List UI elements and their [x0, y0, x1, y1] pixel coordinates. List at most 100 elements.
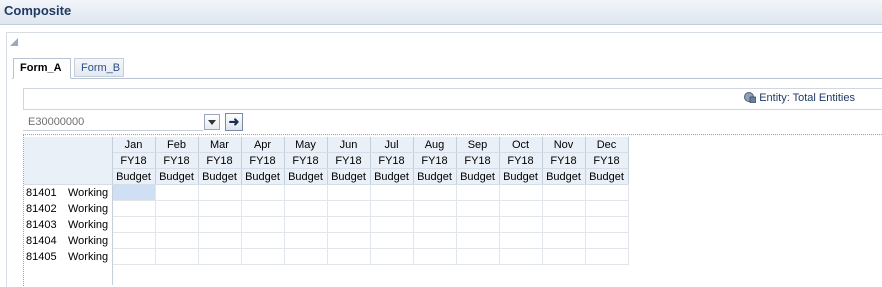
column-header-month: Mar [198, 137, 242, 153]
page-member-field[interactable]: E30000000 [23, 113, 203, 131]
arrow-right-icon[interactable]: ➜ [225, 113, 243, 131]
data-cell[interactable] [370, 184, 414, 201]
data-cell[interactable] [198, 216, 242, 233]
data-cell[interactable] [112, 200, 156, 217]
data-cell[interactable] [284, 248, 328, 265]
column-header-month: Sep [456, 137, 500, 153]
column-header-year: FY18 [112, 152, 156, 169]
column-header-scenario: Budget [499, 168, 543, 185]
column-header-scenario: Budget [155, 168, 199, 185]
grid-top-border [23, 134, 882, 135]
data-cell[interactable] [456, 216, 500, 233]
data-cell[interactable] [327, 200, 371, 217]
column-header-year: FY18 [284, 152, 328, 169]
data-cell[interactable] [112, 216, 156, 233]
entity-pov-member[interactable]: Entity: Total Entities [743, 92, 855, 104]
column-header-scenario: Budget [370, 168, 414, 185]
data-cell[interactable] [456, 248, 500, 265]
column-header-year: FY18 [241, 152, 285, 169]
data-cell[interactable] [284, 200, 328, 217]
data-cell[interactable] [327, 248, 371, 265]
data-cell[interactable] [499, 216, 543, 233]
row-header-version: Working [66, 184, 113, 201]
data-cell[interactable] [585, 184, 629, 201]
chevron-down-icon[interactable] [204, 114, 220, 130]
data-cell[interactable] [413, 200, 457, 217]
table-row: 81402 Working [24, 200, 629, 217]
column-header-month: Jul [370, 137, 414, 153]
pov-bar: Entity: Total Entities [23, 88, 882, 110]
data-cell[interactable] [241, 216, 285, 233]
tab-form-b[interactable]: Form_B [74, 58, 124, 77]
data-cell[interactable] [585, 232, 629, 249]
grid-filler-row [24, 264, 628, 285]
row-header-account: 81404 [24, 232, 66, 249]
data-cell[interactable] [499, 184, 543, 201]
data-grid: Jan Feb Mar Apr May Jun Jul Aug Sep Oct Nov Dec FY18… [24, 137, 629, 285]
data-cell[interactable] [413, 232, 457, 249]
data-cell[interactable] [327, 232, 371, 249]
data-cell[interactable] [370, 216, 414, 233]
data-cell[interactable] [585, 200, 629, 217]
column-header-scenario: Budget [241, 168, 285, 185]
data-cell[interactable] [499, 232, 543, 249]
data-cell[interactable] [155, 232, 199, 249]
data-cell[interactable] [241, 184, 285, 201]
column-header-scenario: Budget [112, 168, 156, 185]
row-header-account: 81405 [24, 248, 66, 265]
column-header-scenario: Budget [542, 168, 586, 185]
data-cell[interactable] [241, 200, 285, 217]
data-cell[interactable] [499, 248, 543, 265]
data-cell[interactable] [542, 200, 586, 217]
data-cell[interactable] [284, 232, 328, 249]
data-cell[interactable] [284, 184, 328, 201]
data-cell[interactable] [542, 232, 586, 249]
data-cell[interactable] [155, 184, 199, 201]
data-cell[interactable] [413, 184, 457, 201]
entity-label: Entity: Total Entities [759, 92, 855, 104]
data-cell[interactable] [413, 248, 457, 265]
data-cell[interactable] [370, 232, 414, 249]
tab-form-a[interactable]: Form_A [13, 58, 71, 79]
data-cell[interactable] [112, 232, 156, 249]
header-row: Jan Feb Mar Apr May Jun Jul Aug Sep Oct Nov Dec [24, 137, 629, 153]
data-cell[interactable] [542, 248, 586, 265]
collapse-toggle-icon[interactable] [10, 38, 18, 46]
data-cell[interactable] [241, 232, 285, 249]
data-cell[interactable] [198, 248, 242, 265]
table-row: 81405 Working [24, 248, 629, 265]
column-header-month: Aug [413, 137, 457, 153]
data-cell[interactable] [198, 184, 242, 201]
data-cell[interactable] [112, 184, 156, 201]
column-header-scenario: Budget [284, 168, 328, 185]
data-cell[interactable] [284, 216, 328, 233]
column-header-year: FY18 [585, 152, 629, 169]
column-header-year: FY18 [155, 152, 199, 169]
data-cell[interactable] [241, 248, 285, 265]
data-cell[interactable] [413, 216, 457, 233]
grid-corner [24, 152, 113, 169]
data-cell[interactable] [585, 216, 629, 233]
data-cell[interactable] [456, 232, 500, 249]
data-cell[interactable] [542, 184, 586, 201]
data-cell[interactable] [542, 216, 586, 233]
data-cell[interactable] [456, 184, 500, 201]
header-row: Budget Budget Budget Budget Budget Budget Budg… [24, 168, 629, 185]
column-header-year: FY18 [413, 152, 457, 169]
data-cell[interactable] [327, 184, 371, 201]
data-cell[interactable] [112, 248, 156, 265]
data-cell[interactable] [456, 200, 500, 217]
data-cell[interactable] [198, 232, 242, 249]
data-cell[interactable] [198, 200, 242, 217]
data-cell[interactable] [370, 200, 414, 217]
data-cell[interactable] [499, 200, 543, 217]
data-cell[interactable] [155, 216, 199, 233]
data-cell[interactable] [585, 248, 629, 265]
table-row: 81403 Working [24, 216, 629, 233]
data-cell[interactable] [155, 248, 199, 265]
column-header-month: Feb [155, 137, 199, 153]
data-cell[interactable] [327, 216, 371, 233]
row-header-account: 81401 [24, 184, 66, 201]
data-cell[interactable] [370, 248, 414, 265]
data-cell[interactable] [155, 200, 199, 217]
